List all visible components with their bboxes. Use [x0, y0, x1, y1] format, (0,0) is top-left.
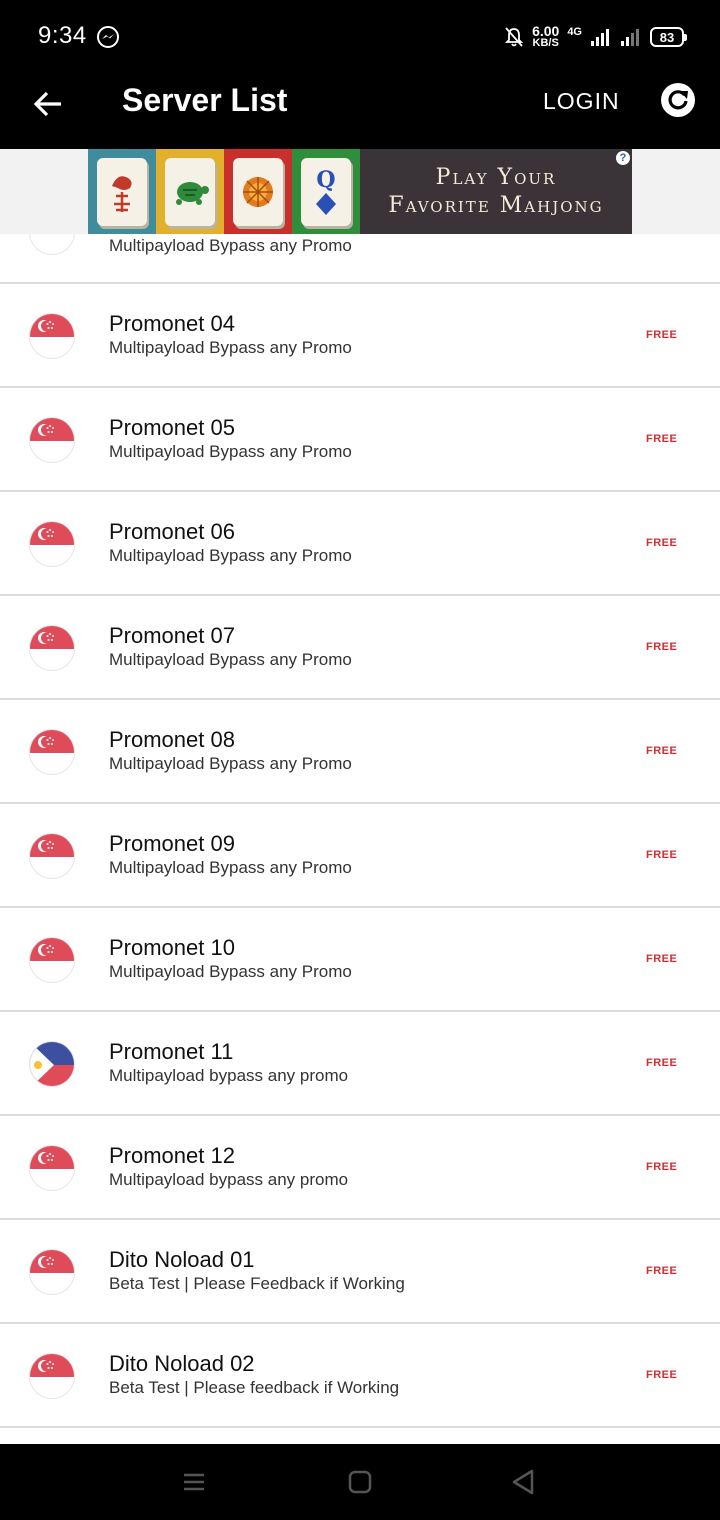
tile-cell: Q [292, 149, 360, 234]
free-badge: FREE [646, 1161, 678, 1173]
server-description: Multipayload Bypass any Promo [109, 442, 352, 461]
server-row[interactable]: Promonet 10 Multipayload Bypass any Promo… [0, 908, 720, 1012]
server-row[interactable]: Promonet 07 Multipayload Bypass any Promo… [0, 596, 720, 700]
server-description: Multipayload Bypass any Promo [109, 962, 352, 981]
login-button[interactable]: LOGIN [543, 88, 620, 115]
free-badge: FREE [646, 1057, 678, 1069]
server-description: Multipayload Bypass any Promo [109, 650, 352, 669]
free-badge: FREE [646, 745, 678, 757]
network-speed-unit: KB/S [532, 37, 559, 49]
singapore-flag-icon [29, 729, 75, 775]
server-row[interactable]: Promonet 05 Multipayload Bypass any Promo… [0, 388, 720, 492]
server-row[interactable]: Promonet 06 Multipayload Bypass any Promo… [0, 492, 720, 596]
mahjong-tiles: Q [88, 149, 360, 234]
free-badge: FREE [646, 1265, 678, 1277]
singapore-flag-icon [29, 833, 75, 879]
server-description: Multipayload Bypass any Promo [109, 236, 352, 255]
server-name: Promonet 08 [109, 727, 235, 752]
server-description: Multipayload bypass any promo [109, 1170, 349, 1189]
server-row[interactable]: Promonet 04 Multipayload Bypass any Promo… [0, 284, 720, 388]
ad-line-2: Favorite Mahjong [388, 192, 604, 218]
server-name: Promonet 09 [109, 831, 235, 856]
server-row[interactable]: Dito Noload 01 Beta Test | Please Feedbac… [0, 1220, 720, 1324]
server-row[interactable]: Promonet 11 Multipayload bypass any promo… [0, 1012, 720, 1116]
server-name: Dito Noload 01 [109, 1247, 255, 1272]
tile-cell [224, 149, 292, 234]
tile-cell [156, 149, 224, 234]
server-row[interactable]: Dito Noload 02 Beta Test | Please feedbac… [0, 1324, 720, 1428]
flower-tile-icon [233, 157, 283, 226]
free-badge: FREE [646, 433, 678, 445]
ad-info-icon[interactable]: ? [616, 151, 630, 165]
server-list: Multipayload Bypass any Promo Promonet 04… [0, 234, 720, 1444]
status-time: 9:34 [38, 22, 87, 49]
app-bar: Server List LOGIN [0, 72, 720, 149]
navigation-bar [0, 1444, 720, 1520]
free-badge: FREE [646, 1369, 678, 1381]
signal-icon [591, 29, 609, 46]
battery-icon: 83 [650, 27, 687, 47]
turtle-tile-icon [165, 157, 215, 226]
singapore-flag-icon [29, 1353, 75, 1399]
network-speed: 6.00 KB/S [532, 23, 560, 49]
status-icons: 6.00 KB/S 4G 83 [504, 22, 687, 52]
recents-icon[interactable] [178, 1466, 210, 1498]
server-name: Promonet 04 [109, 311, 235, 336]
status-bar: 9:34 6.00 KB/S 4G 83 [0, 0, 720, 72]
server-row[interactable]: Multipayload Bypass any Promo [0, 234, 720, 284]
bird-tile-icon [97, 157, 147, 226]
philippines-flag-icon [29, 1041, 75, 1087]
server-description: Multipayload bypass any promo [109, 1066, 349, 1085]
server-description: Multipayload Bypass any Promo [109, 338, 352, 357]
network-type: 4G [567, 26, 582, 38]
singapore-flag-icon [29, 625, 75, 671]
server-description: Beta Test | Please feedback if Working [109, 1378, 400, 1397]
server-description: Multipayload Bypass any Promo [109, 858, 352, 877]
page-title: Server List [122, 82, 288, 118]
singapore-flag-icon [29, 234, 75, 255]
server-name: Promonet 07 [109, 623, 235, 648]
singapore-flag-icon [29, 521, 75, 567]
signal-weak-icon [621, 29, 639, 46]
server-description: Multipayload Bypass any Promo [109, 546, 352, 565]
battery-level: 83 [659, 29, 675, 45]
back-button[interactable] [28, 84, 68, 124]
free-badge: FREE [646, 849, 678, 861]
server-description: Multipayload Bypass any Promo [109, 754, 352, 773]
singapore-flag-icon [29, 1145, 75, 1191]
ad-line-1: Play Your [435, 164, 557, 190]
singapore-flag-icon [29, 937, 75, 983]
arrow-left-icon [33, 91, 61, 117]
ad-banner[interactable]: Q Play Your Favorite Mahjong ? [88, 149, 632, 234]
server-row[interactable]: Promonet 09 Multipayload Bypass any Promo… [0, 804, 720, 908]
server-name: Promonet 12 [109, 1143, 235, 1168]
free-badge: FREE [646, 953, 678, 965]
ad-area: Q Play Your Favorite Mahjong ? [0, 149, 720, 234]
server-name: Promonet 10 [109, 935, 235, 960]
singapore-flag-icon [29, 417, 75, 463]
server-name: Promonet 11 [109, 1039, 234, 1064]
ad-headline: Play Your Favorite Mahjong [360, 149, 632, 234]
home-icon[interactable] [344, 1466, 376, 1498]
server-description: Beta Test | Please Feedback if Working [109, 1274, 405, 1293]
tile-cell [88, 149, 156, 234]
server-name: Promonet 06 [109, 519, 235, 544]
free-badge: FREE [646, 537, 678, 549]
muted-bell-icon [504, 27, 524, 47]
queen-tile-icon: Q [301, 157, 351, 226]
server-row[interactable]: Promonet 08 Multipayload Bypass any Promo… [0, 700, 720, 804]
free-badge: FREE [646, 641, 678, 653]
back-triangle-icon[interactable] [508, 1466, 540, 1498]
svg-text:Q: Q [316, 167, 335, 193]
refresh-icon[interactable] [660, 82, 696, 118]
network-speed-value: 6.00 [532, 23, 560, 39]
server-name: Dito Noload 02 [109, 1351, 255, 1376]
server-name: Promonet 05 [109, 415, 235, 440]
server-row[interactable]: Promonet 12 Multipayload bypass any promo… [0, 1116, 720, 1220]
singapore-flag-icon [29, 313, 75, 359]
singapore-flag-icon [29, 1249, 75, 1295]
messenger-icon [97, 26, 119, 48]
free-badge: FREE [646, 329, 678, 341]
